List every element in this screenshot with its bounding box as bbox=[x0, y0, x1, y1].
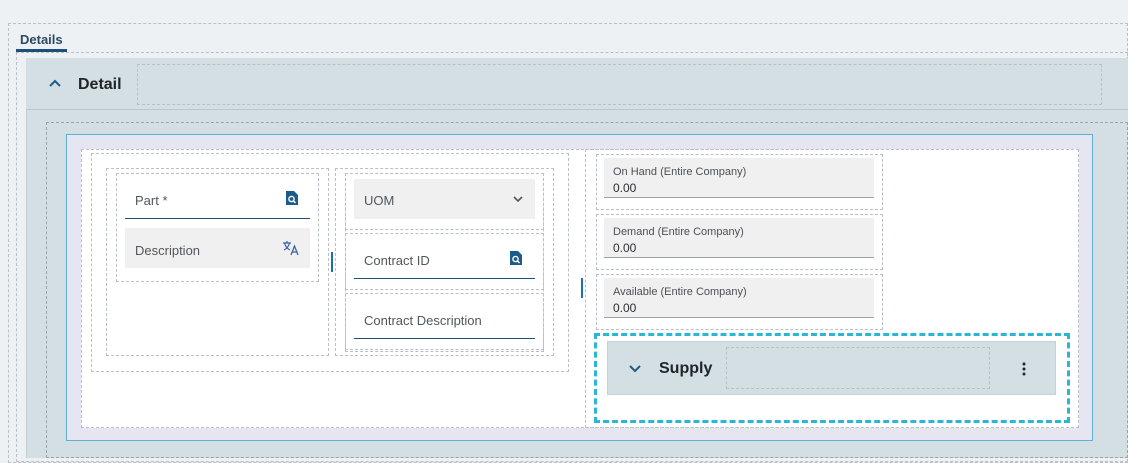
chevron-up-icon[interactable] bbox=[47, 76, 63, 92]
available-value: 0.00 bbox=[613, 301, 637, 315]
on-hand-label: On Hand (Entire Company) bbox=[613, 166, 747, 178]
available-label: Available (Entire Company) bbox=[613, 286, 747, 298]
contract-description-label: Contract Description bbox=[364, 313, 482, 328]
chevron-down-icon[interactable] bbox=[627, 360, 643, 376]
search-record-icon[interactable] bbox=[509, 251, 523, 265]
demand-value: 0.00 bbox=[613, 241, 637, 255]
supply-title: Supply bbox=[659, 360, 713, 377]
uom-label: UOM bbox=[364, 193, 395, 208]
part-label: Part * bbox=[135, 193, 168, 208]
on-hand-value: 0.00 bbox=[613, 181, 637, 195]
splitter-handle[interactable] bbox=[331, 252, 333, 272]
available-field: Available (Entire Company) 0.00 bbox=[604, 278, 874, 318]
tab-details-label: Details bbox=[20, 32, 63, 47]
demand-field: Demand (Entire Company) 0.00 bbox=[604, 218, 874, 258]
uom-select[interactable]: UOM bbox=[354, 179, 535, 219]
description-label: Description bbox=[135, 243, 201, 258]
demand-label: Demand (Entire Company) bbox=[613, 226, 744, 238]
contract-id-label: Contract ID bbox=[364, 253, 430, 268]
on-hand-field: On Hand (Entire Company) 0.00 bbox=[604, 158, 874, 198]
more-vertical-icon[interactable] bbox=[1016, 360, 1032, 378]
splitter-handle[interactable] bbox=[581, 278, 583, 298]
detail-header-slot bbox=[137, 64, 1102, 105]
part-field[interactable]: Part * bbox=[125, 178, 310, 219]
contract-description-field[interactable]: Contract Description bbox=[354, 299, 535, 339]
supply-header-slot bbox=[726, 347, 990, 389]
description-field[interactable]: Description bbox=[125, 228, 310, 268]
contract-id-field[interactable]: Contract ID bbox=[354, 239, 535, 279]
chevron-down-icon[interactable] bbox=[511, 192, 525, 206]
search-record-icon[interactable] bbox=[285, 191, 299, 205]
translate-icon[interactable] bbox=[282, 240, 300, 256]
tab-details[interactable]: Details bbox=[16, 30, 67, 52]
detail-title: Detail bbox=[78, 76, 122, 93]
